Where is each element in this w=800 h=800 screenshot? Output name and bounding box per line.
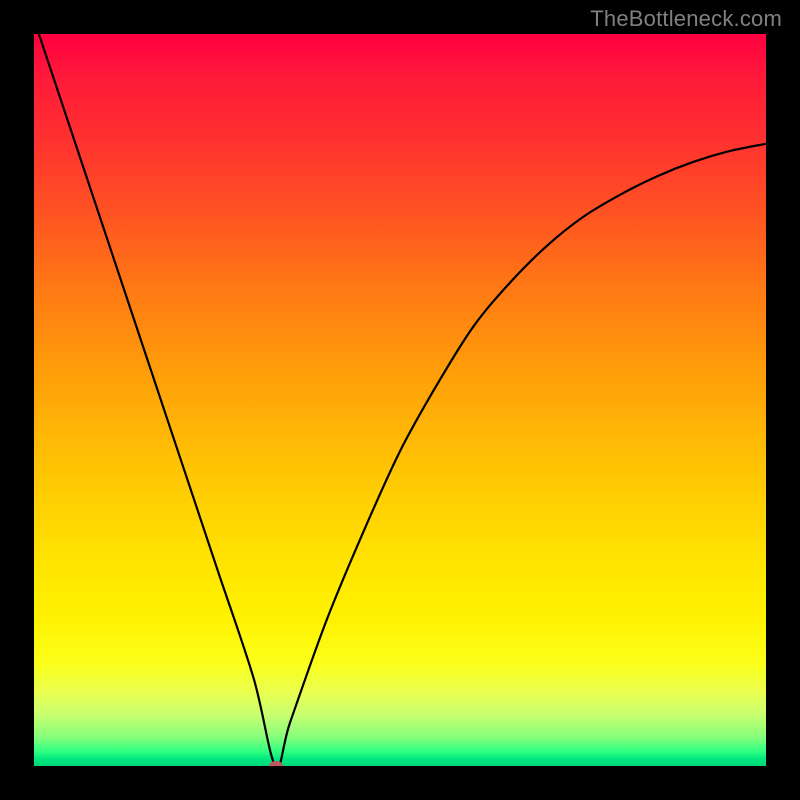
chart-frame: TheBottleneck.com <box>0 0 800 800</box>
bottleneck-curve <box>34 34 766 766</box>
plot-area <box>34 34 766 766</box>
watermark-text: TheBottleneck.com <box>590 6 782 32</box>
optimal-point-marker <box>269 761 283 766</box>
